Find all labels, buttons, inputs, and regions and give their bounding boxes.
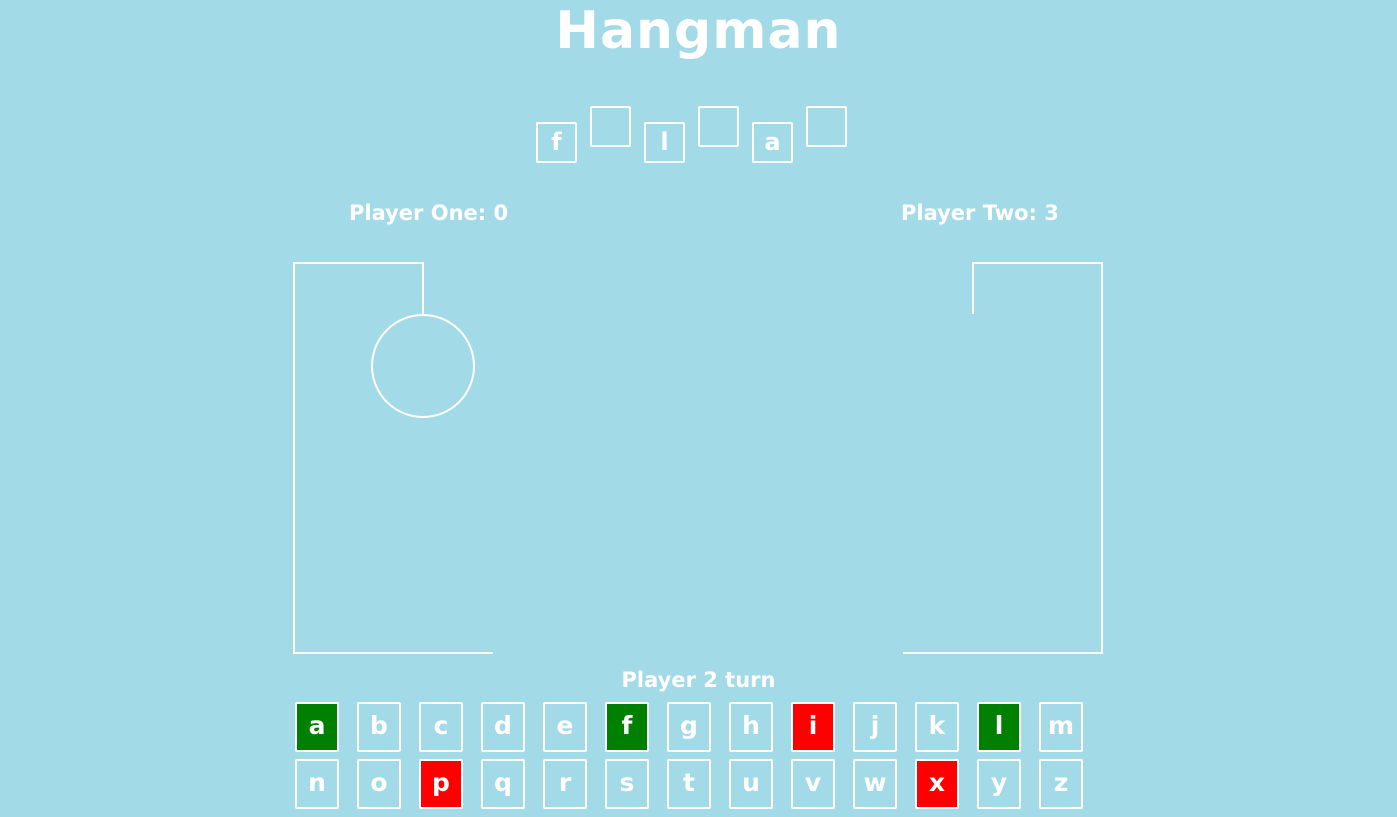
letter-key-o[interactable]: o <box>357 759 401 809</box>
letter-key-m[interactable]: m <box>1039 702 1083 752</box>
letter-key-n[interactable]: n <box>295 759 339 809</box>
word-slot <box>590 106 631 147</box>
player-two-gallows <box>903 262 1103 654</box>
letter-key-v[interactable]: v <box>791 759 835 809</box>
letter-key-q[interactable]: q <box>481 759 525 809</box>
word-display: f l a <box>0 106 1397 168</box>
letter-key-i[interactable]: i <box>791 702 835 752</box>
letter-key-u[interactable]: u <box>729 759 773 809</box>
word-slot: f <box>536 122 577 163</box>
letter-key-g[interactable]: g <box>667 702 711 752</box>
letter-key-p[interactable]: p <box>419 759 463 809</box>
word-slot: l <box>644 122 685 163</box>
letter-key-f[interactable]: f <box>605 702 649 752</box>
letter-key-r[interactable]: r <box>543 759 587 809</box>
letter-key-k[interactable]: k <box>915 702 959 752</box>
letter-key-e[interactable]: e <box>543 702 587 752</box>
letter-key-c[interactable]: c <box>419 702 463 752</box>
letter-key-w[interactable]: w <box>853 759 897 809</box>
word-slot <box>806 106 847 147</box>
letter-key-d[interactable]: d <box>481 702 525 752</box>
letter-key-l[interactable]: l <box>977 702 1021 752</box>
gallows-area <box>293 262 1103 654</box>
word-slot: a <box>752 122 793 163</box>
player-one-gallows <box>293 262 493 654</box>
game-title: Hangman <box>555 1 842 61</box>
letter-key-j[interactable]: j <box>853 702 897 752</box>
turn-indicator: Player 2 turn <box>621 668 776 692</box>
letter-key-h[interactable]: h <box>729 702 773 752</box>
letter-key-s[interactable]: s <box>605 759 649 809</box>
word-slot <box>698 106 739 147</box>
letter-key-x[interactable]: x <box>915 759 959 809</box>
letter-key-t[interactable]: t <box>667 759 711 809</box>
player-one-score: Player One: 0 <box>349 201 509 225</box>
letter-key-a[interactable]: a <box>295 702 339 752</box>
letter-key-y[interactable]: y <box>977 759 1021 809</box>
letter-key-b[interactable]: b <box>357 702 401 752</box>
hangman-head <box>371 314 475 418</box>
player-two-score: Player Two: 3 <box>901 201 1059 225</box>
letter-key-z[interactable]: z <box>1039 759 1083 809</box>
